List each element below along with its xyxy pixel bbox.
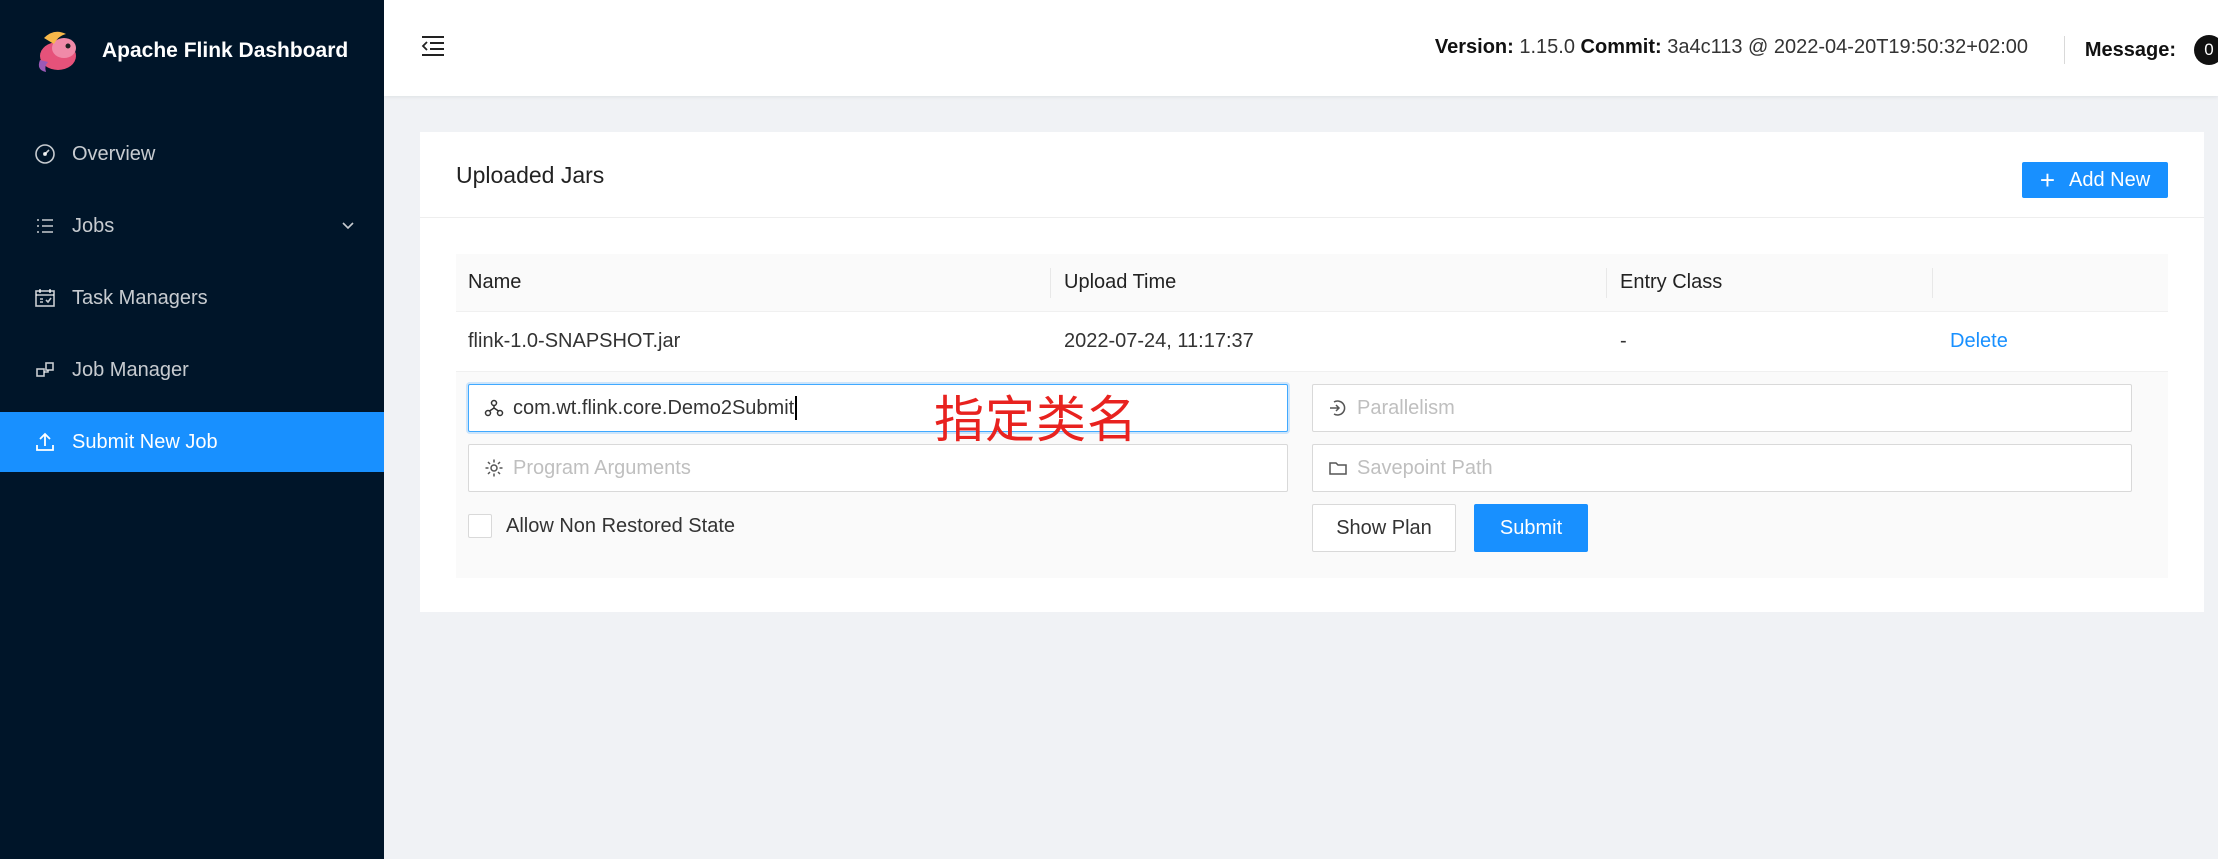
menu-fold-icon[interactable] (420, 34, 446, 58)
parallelism-placeholder: Parallelism (1357, 396, 1455, 419)
savepoint-path-input[interactable]: Savepoint Path (1312, 444, 2132, 492)
card-header: Uploaded Jars + Add New (420, 132, 2204, 218)
show-plan-button[interactable]: Show Plan (1312, 504, 1456, 552)
column-divider (1932, 268, 1933, 298)
sidebar-item-label: Task Managers (72, 286, 208, 309)
brand[interactable]: Apache Flink Dashboard (34, 20, 348, 82)
submit-button[interactable]: Submit (1474, 504, 1588, 552)
sidebar-item-jobs[interactable]: Jobs (0, 196, 384, 256)
login-icon (1327, 397, 1349, 419)
column-divider (1050, 268, 1051, 298)
top-header: Version: 1.15.0 Commit: 3a4c113 @ 2022-0… (384, 0, 2218, 96)
sidebar-item-label: Overview (72, 142, 156, 165)
jar-name: flink-1.0-SNAPSHOT.jar (468, 330, 681, 352)
column-header-entry-class: Entry Class (1620, 271, 1723, 293)
sidebar: Apache Flink Dashboard Overview Jobs Tas… (0, 0, 384, 859)
commit-value: 3a4c113 @ 2022-04-20T19:50:32+02:00 (1667, 36, 2028, 58)
program-arguments-input[interactable]: Program Arguments (468, 444, 1288, 492)
program-arguments-placeholder: Program Arguments (513, 456, 691, 479)
divider (2063, 36, 2065, 64)
list-icon (34, 215, 56, 237)
table-row[interactable]: flink-1.0-SNAPSHOT.jar 2022-07-24, 11:17… (456, 312, 2168, 372)
upload-icon (34, 431, 56, 453)
parallelism-input[interactable]: Parallelism (1312, 384, 2132, 432)
message-area[interactable]: Message: 0 (2063, 30, 2218, 70)
column-header-name: Name (468, 271, 522, 293)
sidebar-menu: Overview Jobs Task Managers Job Manager (0, 124, 384, 484)
sidebar-item-submit-new-job[interactable]: Submit New Job (0, 412, 384, 472)
savepoint-path-placeholder: Savepoint Path (1357, 456, 1493, 479)
jar-upload-time: 2022-07-24, 11:17:37 (1064, 330, 1254, 352)
apartment-icon (483, 397, 505, 419)
sidebar-item-label: Submit New Job (72, 430, 218, 453)
commit-label: Commit: (1580, 36, 1662, 58)
add-new-button[interactable]: + Add New (2022, 162, 2168, 198)
column-divider (1606, 268, 1607, 298)
cluster-icon (34, 359, 56, 381)
version-label: Version: (1434, 36, 1514, 58)
delete-link[interactable]: Delete (1950, 330, 2008, 353)
checkbox-box[interactable] (468, 514, 492, 538)
flink-logo-icon (34, 26, 84, 76)
schedule-icon (34, 287, 56, 309)
card-title: Uploaded Jars (456, 162, 605, 188)
plus-icon: + (2039, 165, 2056, 195)
sidebar-item-overview[interactable]: Overview (0, 124, 384, 184)
folder-icon (1327, 457, 1349, 479)
jar-entry-class: - (1620, 330, 1627, 352)
allow-non-restored-checkbox[interactable]: Allow Non Restored State (468, 514, 735, 538)
chevron-down-icon[interactable] (340, 216, 356, 239)
add-new-label: Add New (2069, 168, 2151, 191)
dashboard-icon (34, 143, 56, 165)
message-count-badge[interactable]: 0 (2194, 35, 2218, 65)
column-header-upload-time: Upload Time (1064, 271, 1177, 293)
message-label: Message: (2084, 38, 2176, 61)
sidebar-item-job-manager[interactable]: Job Manager (0, 340, 384, 400)
sidebar-item-task-managers[interactable]: Task Managers (0, 268, 384, 328)
uploaded-jars-card: Uploaded Jars + Add New Name Upload Time… (420, 132, 2204, 612)
version-value: 1.15.0 (1519, 36, 1575, 58)
version-info: Version: 1.15.0 Commit: 3a4c113 @ 2022-0… (1435, 36, 2028, 59)
entry-class-value: com.wt.flink.core.Demo2Submit (513, 396, 795, 419)
sidebar-item-label: Jobs (72, 214, 115, 237)
jars-table: Name Upload Time Entry Class flink-1.0-S… (456, 254, 2168, 578)
setting-icon (483, 457, 505, 479)
annotation-text: 指定类名 (934, 391, 1138, 449)
allow-non-restored-label: Allow Non Restored State (506, 514, 736, 537)
app-title: Apache Flink Dashboard (102, 39, 349, 62)
table-header: Name Upload Time Entry Class (456, 254, 2168, 312)
sidebar-item-label: Job Manager (72, 358, 189, 381)
submit-job-form: com.wt.flink.core.Demo2Submit Parallelis… (456, 372, 2168, 578)
text-cursor (795, 396, 798, 420)
entry-class-input[interactable]: com.wt.flink.core.Demo2Submit (468, 384, 1288, 432)
